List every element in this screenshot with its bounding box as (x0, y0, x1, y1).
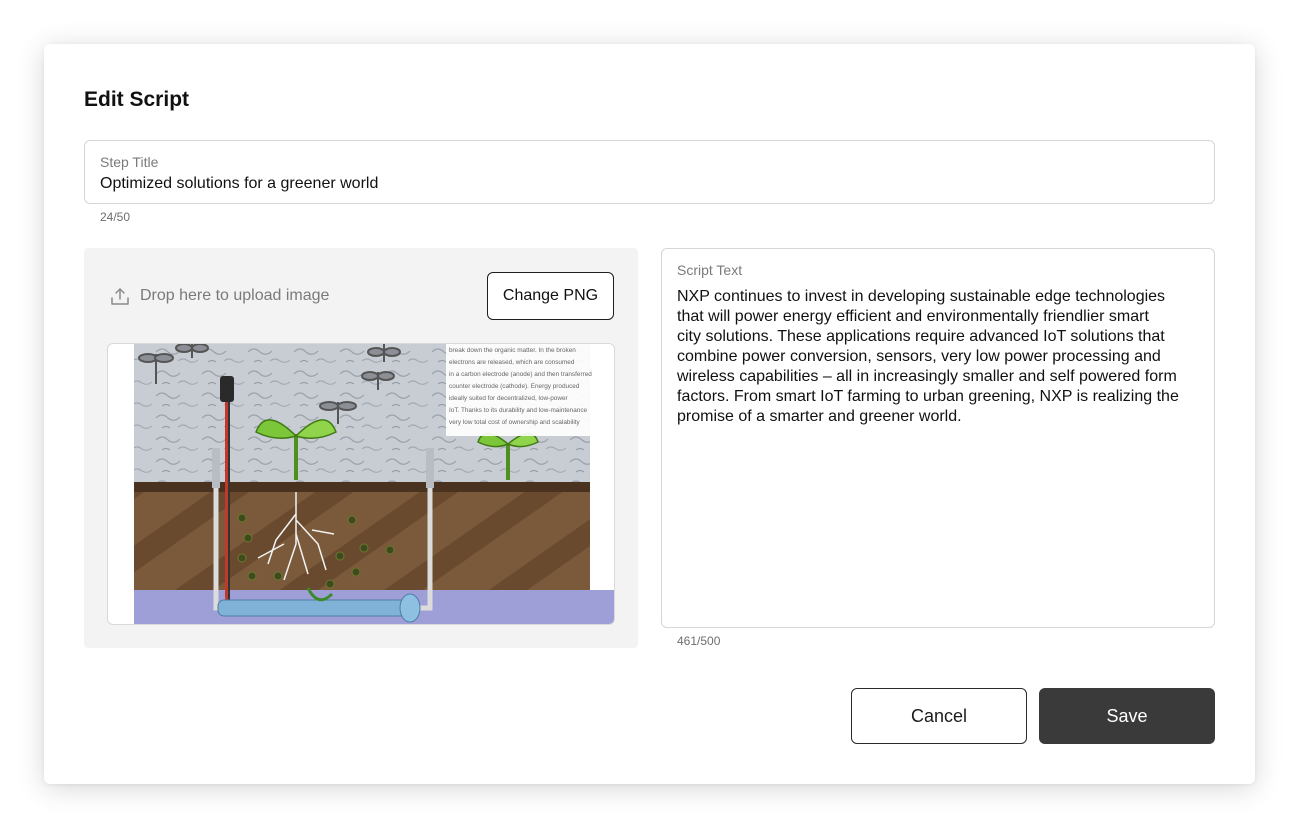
image-upload-panel: Drop here to upload image Change PNG bre… (84, 248, 638, 648)
step-title-counter: 24/50 (100, 210, 131, 224)
script-line: that will power energy efficient and env… (677, 308, 1149, 325)
dialog-title: Edit Script (84, 88, 190, 111)
script-line: factors. From smart IoT farming to urban… (677, 388, 1179, 405)
edit-script-dialog: Edit Script Step Title Optimized solutio… (44, 44, 1255, 784)
script-line: NXP continues to invest in developing su… (677, 288, 1166, 305)
image-caption-line: very low total cost of ownership and sca… (449, 419, 581, 426)
step-title-label: Step Title (100, 154, 159, 170)
script-line: wireless capabilities – all in increasin… (677, 368, 1177, 385)
dropzone-label: Drop here to upload image (140, 287, 330, 304)
script-line: city solutions. These applications requi… (677, 328, 1165, 345)
script-text-input[interactable]: NXP continues to invest in developing su… (677, 287, 1202, 427)
change-png-button[interactable]: Change PNG (487, 272, 614, 320)
cancel-button[interactable]: Cancel (851, 688, 1027, 744)
upload-icon (110, 286, 130, 306)
uploaded-image-preview: break down the organic matter. In the br… (107, 343, 615, 625)
save-button[interactable]: Save (1039, 688, 1215, 744)
step-title-field[interactable]: Step Title Optimized solutions for a gre… (84, 140, 1215, 204)
image-caption-line: counter electrode (cathode). Energy prod… (449, 383, 580, 390)
image-caption-line: ideally suited for decentralized, low-po… (449, 395, 569, 402)
script-text-field[interactable]: Script Text NXP continues to invest in d… (661, 248, 1215, 628)
image-caption-line: break down the organic matter. In the br… (449, 347, 576, 354)
step-title-input[interactable]: Optimized solutions for a greener world (100, 174, 378, 194)
soil-illustration-image: break down the organic matter. In the br… (134, 344, 614, 624)
script-line: promise of a smarter and greener world. (677, 408, 962, 425)
script-text-counter: 461/500 (677, 634, 721, 648)
image-dropzone[interactable]: Drop here to upload image (110, 286, 329, 306)
image-caption-line: IoT. Thanks to its durability and low-ma… (449, 407, 588, 414)
image-caption-line: in a carbon electrode (anode) and then t… (449, 371, 592, 378)
script-text-label: Script Text (677, 262, 743, 278)
image-caption-line: electrons are released, which are consum… (449, 359, 575, 366)
script-line: combine power conversion, sensors, very … (677, 348, 1161, 365)
